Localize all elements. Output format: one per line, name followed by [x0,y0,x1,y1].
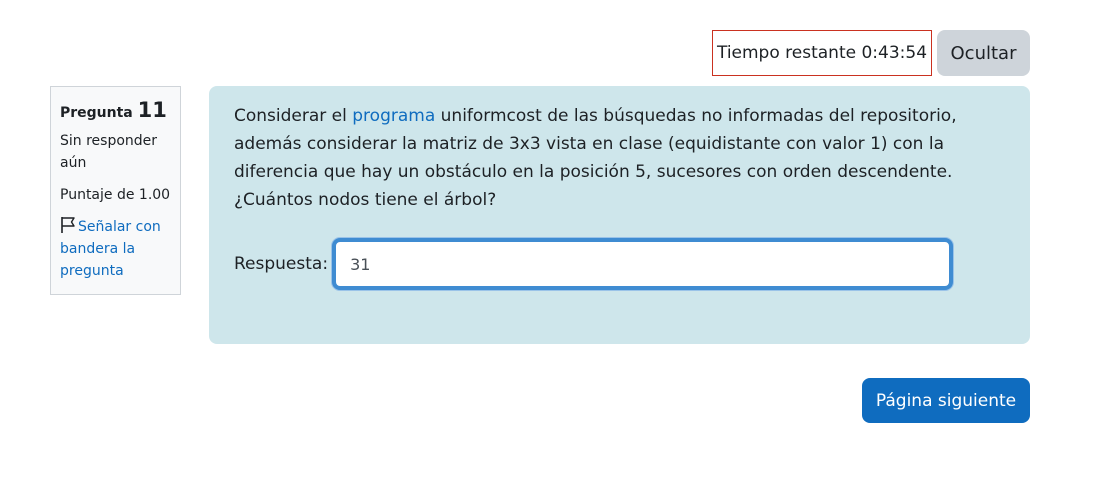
hide-timer-button[interactable]: Ocultar [937,30,1030,76]
answer-input[interactable] [332,238,954,290]
program-link[interactable]: programa [352,106,435,126]
answer-label: Respuesta: [234,254,329,274]
question-text-start: Considerar el [234,106,353,126]
question-number: Pregunta 11 [60,97,171,126]
question-word: Pregunta [60,105,133,121]
next-page-button[interactable]: Página siguiente [862,378,1030,423]
question-grade: Puntaje de 1.00 [60,187,171,203]
answer-row: Respuesta: [234,238,954,290]
timer-label: Tiempo restante [716,43,857,63]
flag-question-link[interactable]: Señalar con bandera la pregunta [60,216,171,282]
question-info-panel: Pregunta 11 Sin responder aún Puntaje de… [50,86,181,295]
timer: Tiempo restante 0:43:54 [712,30,932,76]
question-text: Considerar el programa uniformcost de la… [234,102,1014,214]
timer-value: 0:43:54 [861,43,928,63]
question-state: Sin responder aún [60,133,158,171]
question-content: Considerar el programa uniformcost de la… [209,86,1030,344]
flag-icon [60,216,76,234]
question-number-value: 11 [137,98,167,122]
